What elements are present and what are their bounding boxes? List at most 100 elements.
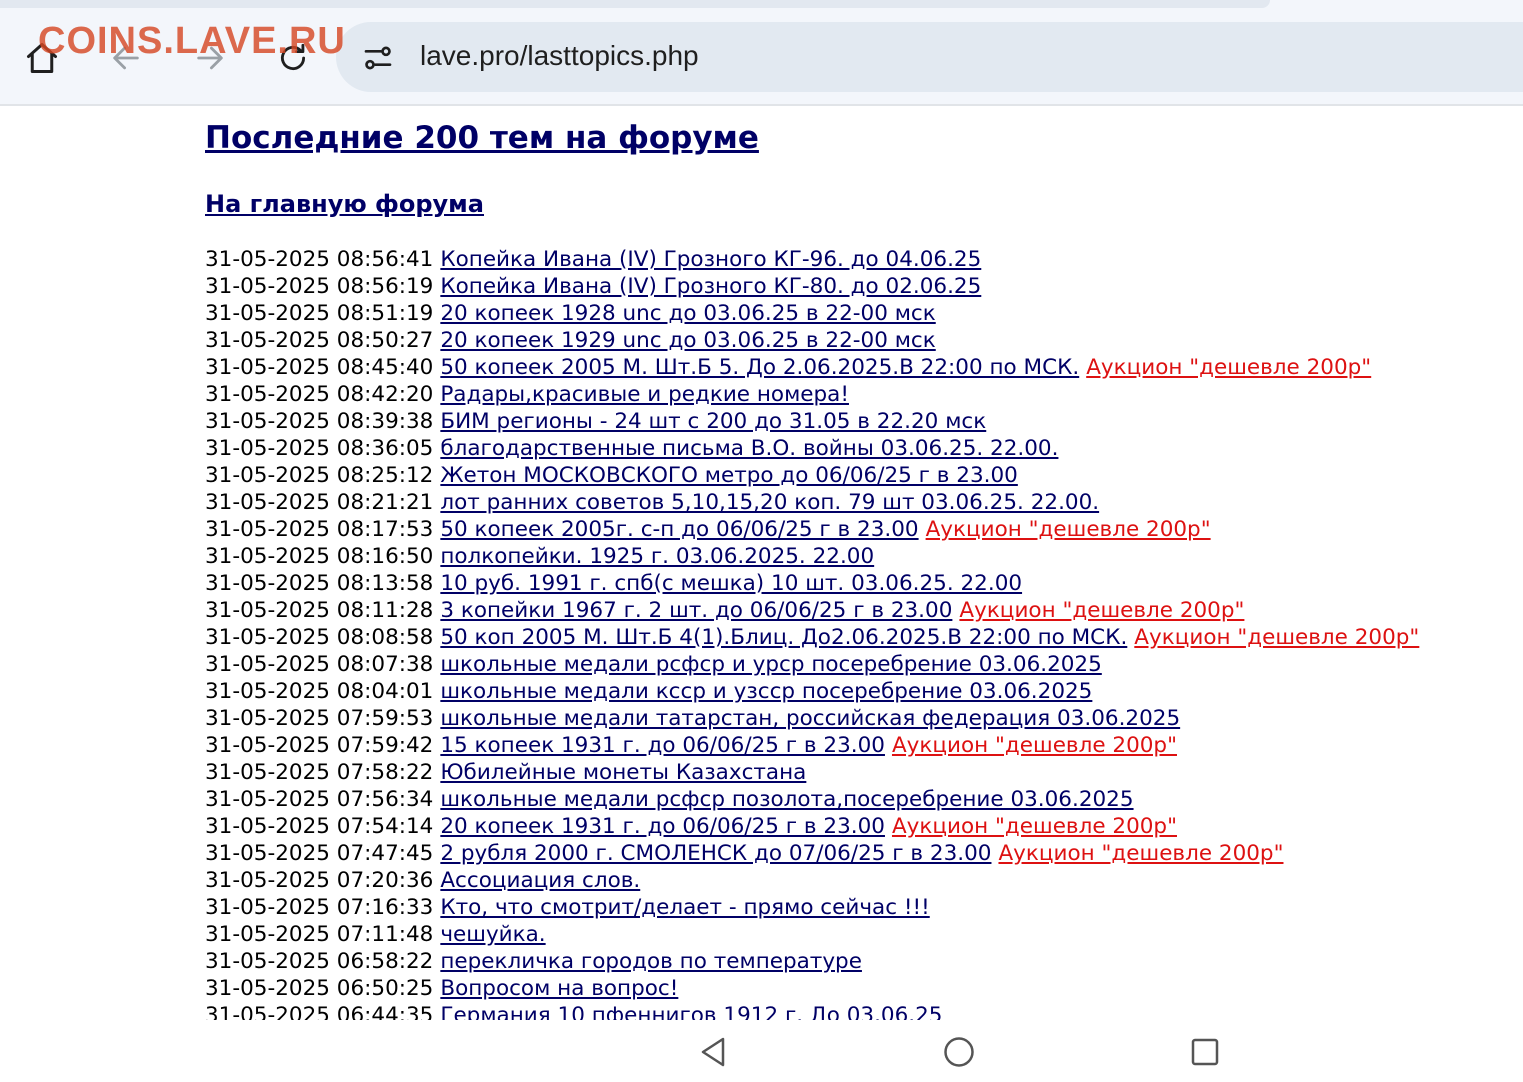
reload-button[interactable] [265,30,321,86]
arrow-right-icon [197,46,223,70]
topic-row: 31-05-2025 08:25:12 Жетон МОСКОВСКОГО мет… [205,462,1523,489]
topic-row: 31-05-2025 08:51:19 20 копеек 1928 unc до… [205,300,1523,327]
topic-timestamp: 31-05-2025 07:56:34 [205,787,434,812]
forward-button[interactable] [182,30,238,86]
topic-row: 31-05-2025 08:07:38 школьные медали рсфср… [205,651,1523,678]
topic-row: 31-05-2025 08:42:20 Радары,красивые и ред… [205,381,1523,408]
topic-row: 31-05-2025 08:04:01 школьные медали ксср … [205,678,1523,705]
auction-tag-link[interactable]: Аукцион "дешевле 200р" [926,517,1211,542]
auction-tag-link[interactable]: Аукцион "дешевле 200р" [1134,625,1419,650]
topic-row: 31-05-2025 08:17:53 50 копеек 2005г. с-п … [205,516,1523,543]
topic-timestamp: 31-05-2025 08:39:38 [205,409,434,434]
auction-tag-link[interactable]: Аукцион "дешевле 200р" [959,598,1244,623]
topic-row: 31-05-2025 07:20:36 Ассоциация слов. [205,867,1523,894]
topic-timestamp: 31-05-2025 08:04:01 [205,679,434,704]
topic-timestamp: 31-05-2025 06:44:35 [205,1003,434,1020]
topic-timestamp: 31-05-2025 08:21:21 [205,490,434,515]
arrow-left-icon [113,46,139,70]
topic-timestamp: 31-05-2025 07:20:36 [205,868,434,893]
topic-timestamp: 31-05-2025 06:58:22 [205,949,434,974]
topic-link[interactable]: БИМ регионы - 24 шт с 200 до 31.05 в 22.… [440,409,986,434]
tune-icon[interactable] [362,42,394,74]
topic-link[interactable]: школьные медали ксср и узсср посеребрени… [440,679,1092,704]
topic-link[interactable]: Вопросом на вопрос! [440,976,678,1001]
topic-link[interactable]: 50 коп 2005 М. Шт.Б 4(1).Блиц. До2.06.20… [440,625,1127,650]
topic-timestamp: 31-05-2025 08:42:20 [205,382,434,407]
topic-row: 31-05-2025 07:47:45 2 рубля 2000 г. СМОЛЕ… [205,840,1523,867]
auction-tag-link[interactable]: Аукцион "дешевле 200р" [892,733,1177,758]
page-content: Последние 200 тем на форуме На главную ф… [205,106,1523,1020]
auction-tag-link[interactable]: Аукцион "дешевле 200р" [892,814,1177,839]
topic-timestamp: 31-05-2025 08:13:58 [205,571,434,596]
triangle-back-icon [701,1037,725,1067]
nav-recents-button[interactable] [1183,1030,1227,1074]
topic-link[interactable]: Радары,красивые и редкие номера! [440,382,849,407]
topic-row: 31-05-2025 06:58:22 перекличка городов по… [205,948,1523,975]
address-bar[interactable]: lave.pro/lasttopics.php [336,22,1523,92]
topic-link[interactable]: школьные медали татарстан, российская фе… [440,706,1180,731]
topic-link[interactable]: чешуйка. [440,922,545,947]
topic-link[interactable]: 20 копеек 1931 г. до 06/06/25 г в 23.00 [440,814,885,839]
topic-link[interactable]: 20 копеек 1929 unc до 03.06.25 в 22-00 м… [440,328,935,353]
topic-link[interactable]: Копейка Ивана (IV) Грозного КГ-96. до 04… [440,247,981,272]
topic-row: 31-05-2025 08:45:40 50 копеек 2005 М. Шт.… [205,354,1523,381]
topic-row: 31-05-2025 08:11:28 3 копейки 1967 г. 2 ш… [205,597,1523,624]
topic-link[interactable]: Германия 10 пфеннигов 1912 г. До 03.06.2… [440,1003,942,1020]
topic-timestamp: 31-05-2025 07:47:45 [205,841,434,866]
topic-row: 31-05-2025 08:50:27 20 копеек 1929 unc до… [205,327,1523,354]
topic-timestamp: 31-05-2025 08:11:28 [205,598,434,623]
circle-home-icon [944,1037,974,1067]
topic-timestamp: 31-05-2025 08:16:50 [205,544,434,569]
topic-link[interactable]: лот ранних советов 5,10,15,20 коп. 79 шт… [440,490,1099,515]
system-nav-bar [0,1020,1523,1082]
reload-icon [280,43,306,70]
topic-row: 31-05-2025 07:11:48 чешуйка. [205,921,1523,948]
topic-row: 31-05-2025 08:13:58 10 руб. 1991 г. спб(с… [205,570,1523,597]
topic-link[interactable]: Копейка Ивана (IV) Грозного КГ-80. до 02… [440,274,981,299]
topic-link[interactable]: Кто, что смотрит/делает - прямо сейчас !… [440,895,929,920]
topic-timestamp: 31-05-2025 08:45:40 [205,355,434,380]
forum-home-link[interactable]: На главную форума [205,190,484,218]
topic-link[interactable]: 10 руб. 1991 г. спб(с мешка) 10 шт. 03.0… [440,571,1022,596]
topic-link[interactable]: 3 копейки 1967 г. 2 шт. до 06/06/25 г в … [440,598,952,623]
page-title[interactable]: Последние 200 тем на форуме [205,120,759,156]
topic-link[interactable]: школьные медали рсфср позолота,посеребре… [440,787,1133,812]
topic-link[interactable]: Юбилейные монеты Казахстана [440,760,806,785]
nav-home-button[interactable] [937,1030,981,1074]
topic-link[interactable]: 15 копеек 1931 г. до 06/06/25 г в 23.00 [440,733,885,758]
topic-timestamp: 31-05-2025 07:59:42 [205,733,434,758]
topic-link[interactable]: 50 копеек 2005г. с-п до 06/06/25 г в 23.… [440,517,918,542]
topic-link[interactable]: 2 рубля 2000 г. СМОЛЕНСК до 07/06/25 г в… [440,841,991,866]
topic-timestamp: 31-05-2025 07:59:53 [205,706,434,731]
topic-row: 31-05-2025 08:56:19 Копейка Ивана (IV) Гр… [205,273,1523,300]
topic-link[interactable]: благодарственные письма В.О. войны 03.06… [440,436,1058,461]
topic-row: 31-05-2025 07:16:33 Кто, что смотрит/дела… [205,894,1523,921]
auction-tag-link[interactable]: Аукцион "дешевле 200р" [998,841,1283,866]
topic-row: 31-05-2025 07:54:14 20 копеек 1931 г. до … [205,813,1523,840]
topic-timestamp: 31-05-2025 08:25:12 [205,463,434,488]
topic-link[interactable]: школьные медали рсфср и урср посеребрени… [440,652,1101,677]
square-recents-icon [1191,1038,1219,1066]
back-button[interactable] [98,30,154,86]
topic-timestamp: 31-05-2025 07:54:14 [205,814,434,839]
topic-link[interactable]: Ассоциация слов. [440,868,640,893]
topic-row: 31-05-2025 07:56:34 школьные медали рсфср… [205,786,1523,813]
topic-row: 31-05-2025 08:16:50 полкопейки. 1925 г. 0… [205,543,1523,570]
topic-timestamp: 31-05-2025 07:58:22 [205,760,434,785]
topic-link[interactable]: Жетон МОСКОВСКОГО метро до 06/06/25 г в … [440,463,1018,488]
topic-timestamp: 31-05-2025 07:16:33 [205,895,434,920]
topic-link[interactable]: 50 копеек 2005 М. Шт.Б 5. До 2.06.2025.В… [440,355,1079,380]
auction-tag-link[interactable]: Аукцион "дешевле 200р" [1086,355,1371,380]
topic-timestamp: 31-05-2025 07:11:48 [205,922,434,947]
topic-timestamp: 31-05-2025 08:50:27 [205,328,434,353]
browser-toolbar: lave.pro/lasttopics.php COINS.LAVE.RU [0,0,1523,106]
topic-link[interactable]: 20 копеек 1928 unc до 03.06.25 в 22-00 м… [440,301,935,326]
url-text[interactable]: lave.pro/lasttopics.php [420,40,699,72]
topic-link[interactable]: полкопейки. 1925 г. 03.06.2025. 22.00 [440,544,874,569]
topic-list: 31-05-2025 08:56:41 Копейка Ивана (IV) Гр… [205,246,1523,1020]
nav-back-button[interactable] [692,1030,736,1074]
topic-row: 31-05-2025 08:36:05 благодарственные пись… [205,435,1523,462]
home-icon [27,43,57,73]
home-button[interactable] [14,30,70,86]
topic-link[interactable]: перекличка городов по температуре [440,949,862,974]
